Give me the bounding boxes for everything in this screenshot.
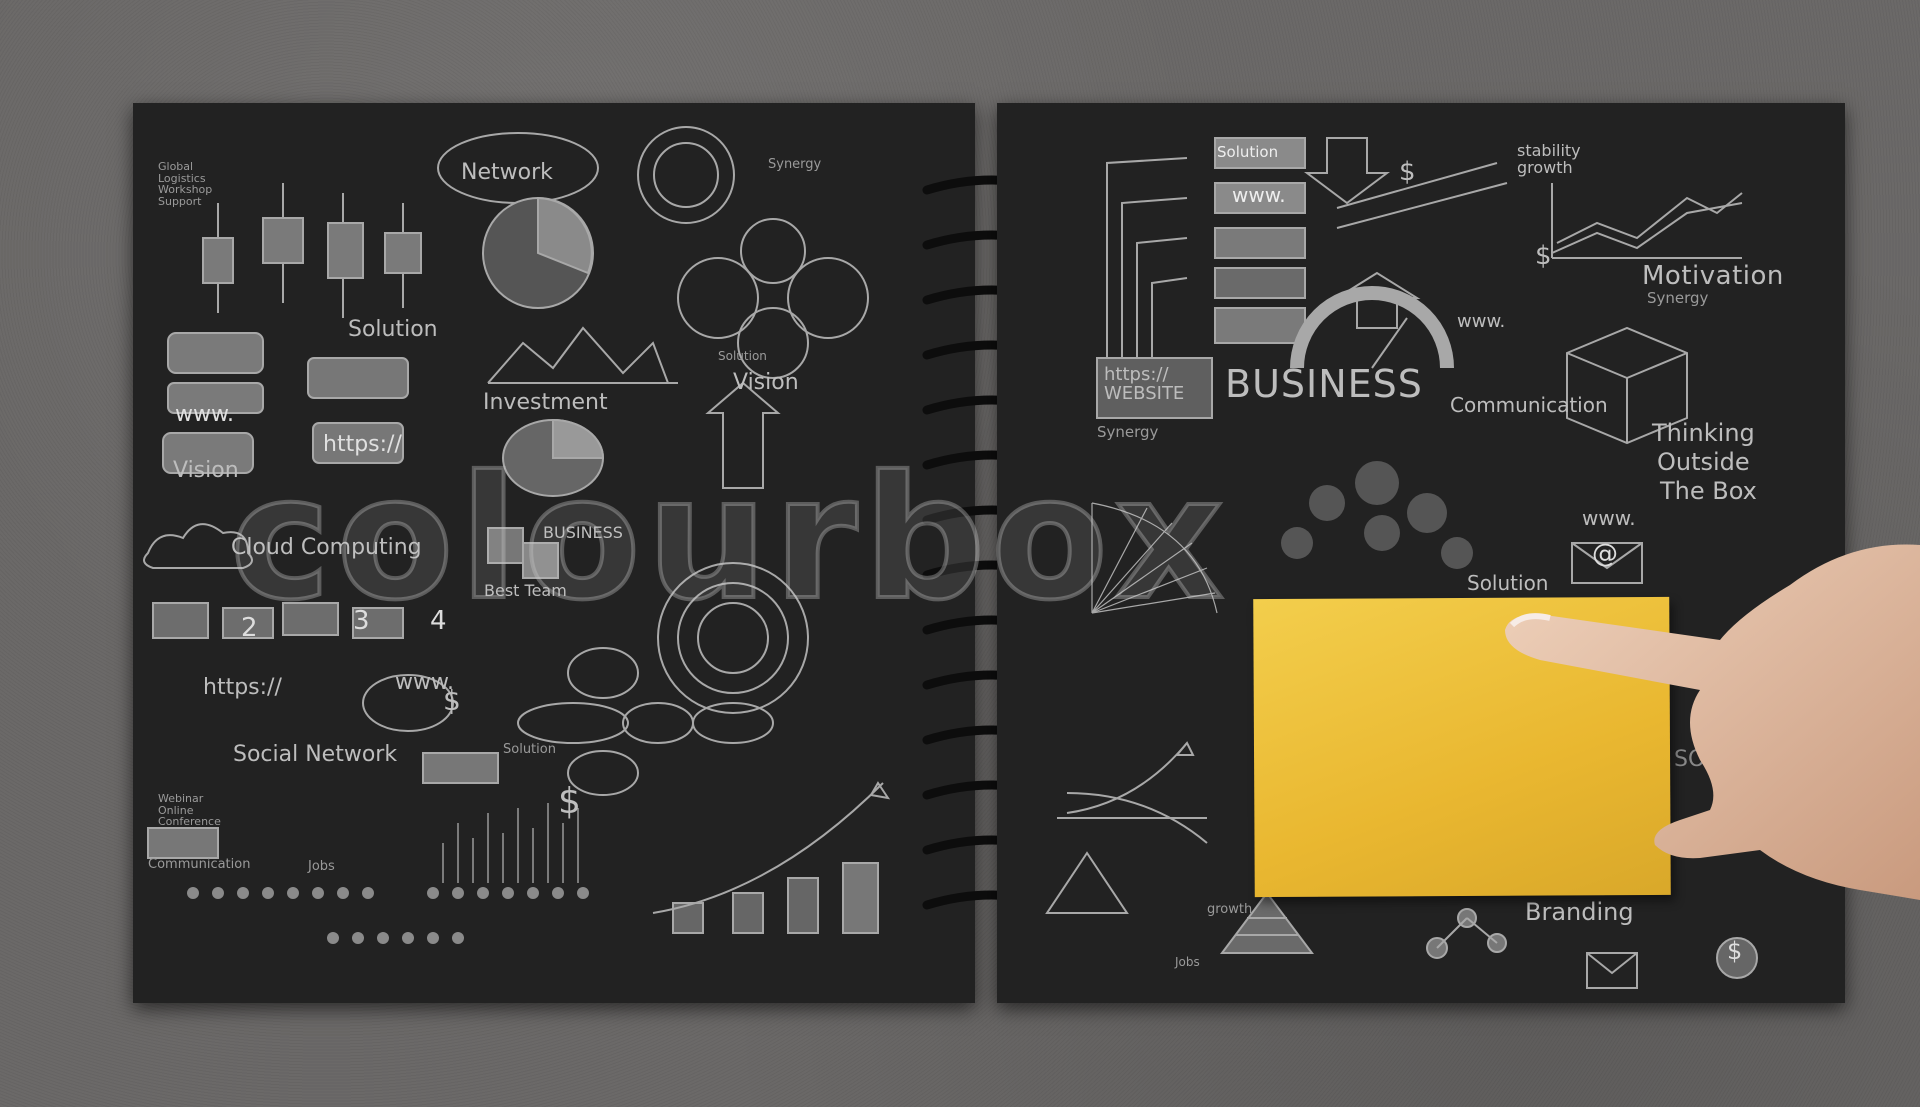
- photo-scene: Network Solution Investment Vision Visio…: [0, 0, 1920, 1107]
- hand: [1505, 544, 1920, 900]
